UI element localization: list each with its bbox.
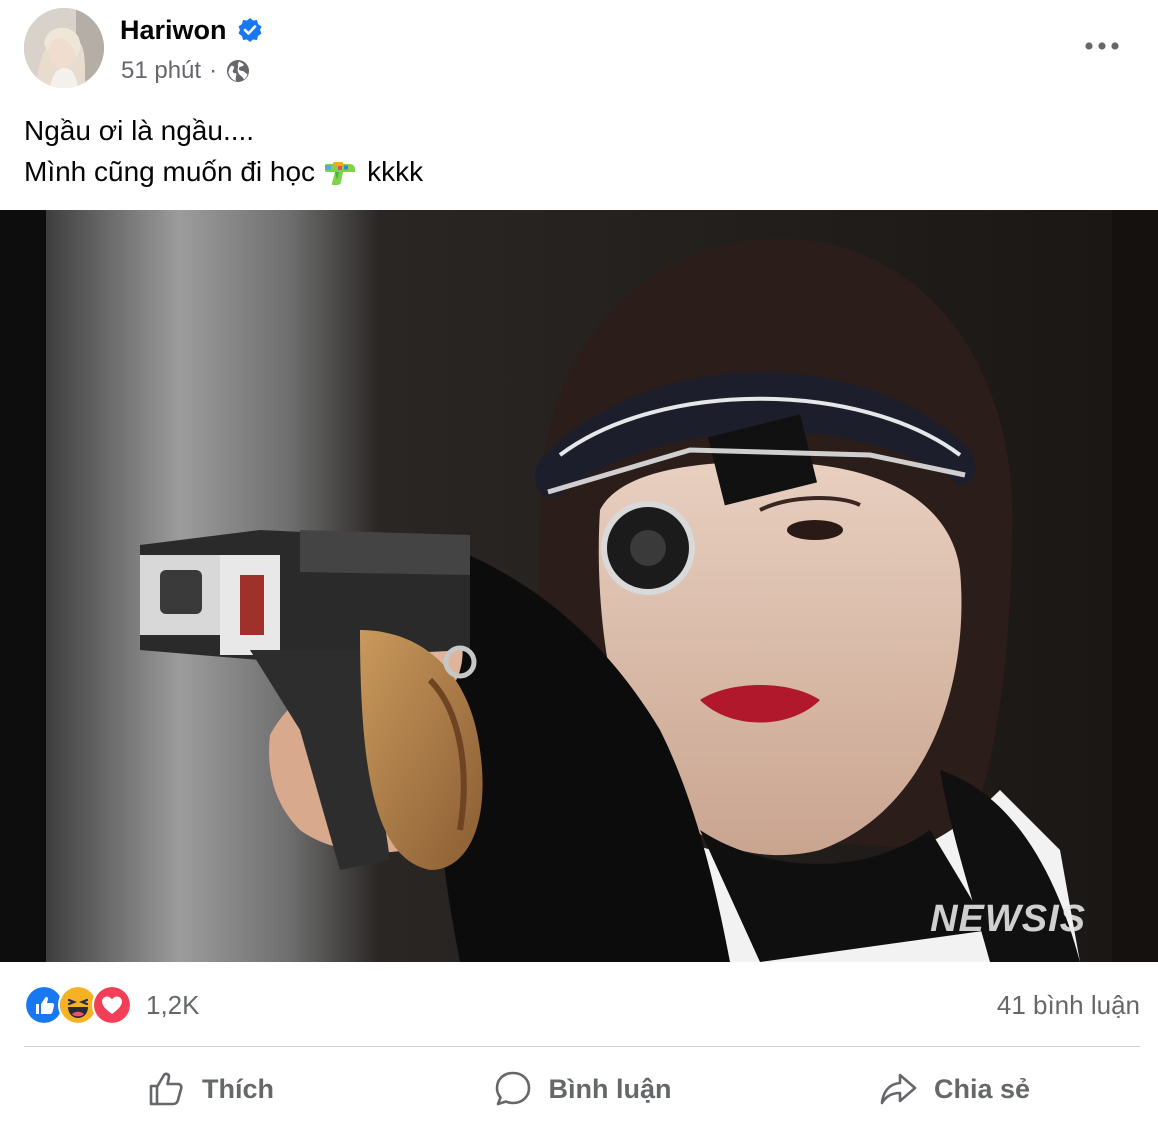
post-photo[interactable]: NEWSIS: [0, 210, 1158, 962]
action-bar: Thích Bình luận Chia sẻ: [24, 1058, 1140, 1120]
photo-watermark: NEWSIS: [930, 898, 1086, 940]
water-pistol-icon: [325, 161, 356, 185]
post-stats: 1,2K 41 bình luận: [24, 982, 1140, 1028]
post-text: Ngầu ơi là ngầu.... Mình cũng muốn đi họ…: [24, 110, 423, 192]
thumbs-up-icon: [149, 1072, 183, 1106]
post-time[interactable]: 51 phút: [121, 56, 201, 86]
comment-bubble-icon: [495, 1071, 530, 1106]
comment-count[interactable]: 41 bình luận: [997, 990, 1140, 1021]
meta-separator: ·: [209, 57, 218, 84]
author-name[interactable]: Hariwon: [120, 13, 263, 47]
verified-badge-icon: [238, 18, 262, 42]
share-button[interactable]: Chia sẻ: [768, 1058, 1140, 1120]
love-reaction-icon: [92, 985, 132, 1025]
share-label: Chia sẻ: [933, 1073, 1031, 1104]
more-options-icon[interactable]: [1084, 36, 1120, 56]
post-line-3-text: kkkk: [367, 156, 424, 187]
post-line-2-text: Mình cũng muốn đi học: [24, 156, 316, 187]
photo-image: [0, 210, 1158, 962]
author-avatar[interactable]: [24, 8, 104, 88]
post-line-1: Ngầu ơi là ngầu....: [24, 110, 423, 151]
reaction-count[interactable]: 1,2K: [146, 990, 200, 1021]
comment-button[interactable]: Bình luận: [396, 1058, 768, 1120]
avatar-image: [24, 8, 104, 88]
like-label: Thích: [202, 1073, 274, 1104]
post-line-1-text: Ngầu ơi là ngầu....: [24, 115, 255, 146]
share-arrow-icon: [880, 1073, 917, 1105]
like-button[interactable]: Thích: [24, 1058, 396, 1120]
reaction-summary[interactable]: 1,2K: [24, 985, 200, 1025]
post-line-2: Mình cũng muốn đi học kkkk: [24, 151, 423, 192]
author-name-text[interactable]: Hariwon: [120, 13, 227, 47]
stats-divider: [24, 1046, 1140, 1047]
globe-icon[interactable]: [225, 58, 251, 84]
post-meta: 51 phút ·: [121, 56, 251, 86]
comment-label: Bình luận: [548, 1073, 672, 1104]
